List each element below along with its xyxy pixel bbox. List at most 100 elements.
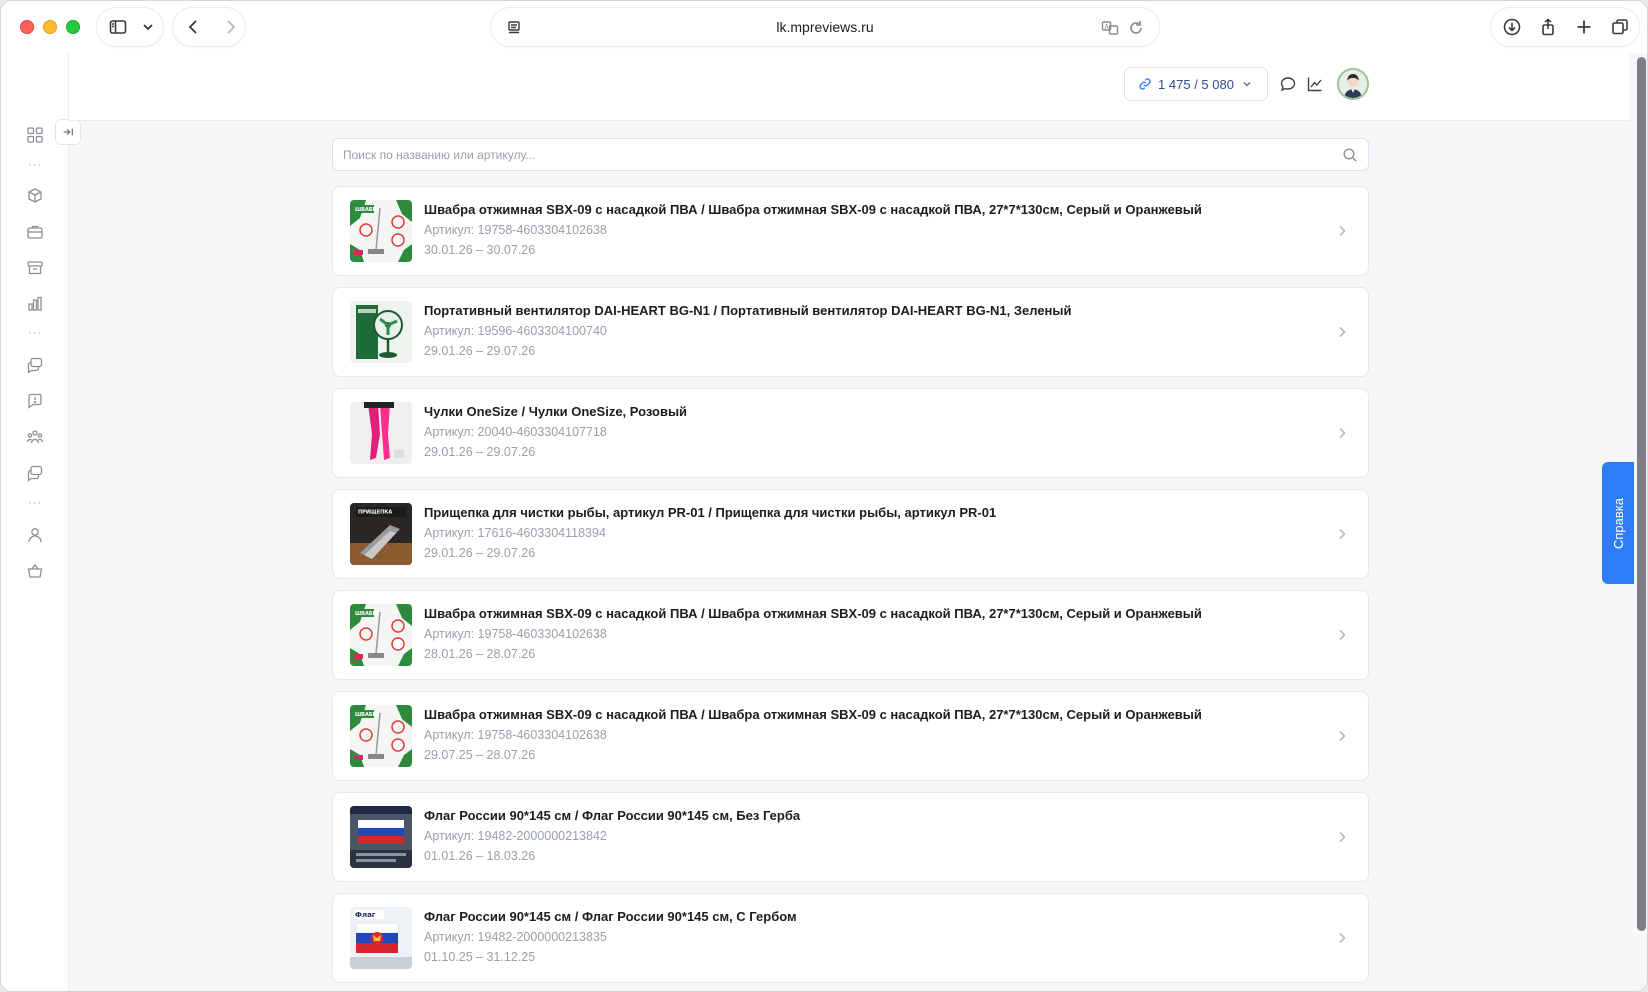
translate-icon[interactable]: A: [1099, 17, 1121, 39]
download-icon[interactable]: [1501, 16, 1523, 38]
chevron-right-icon: [1339, 427, 1346, 439]
minimize-window-button[interactable]: [43, 20, 57, 34]
product-dates: 29.01.26 – 29.07.26: [424, 344, 536, 358]
address-bar[interactable]: lk.mpreviews.ru A: [491, 8, 1159, 46]
chevron-down-icon[interactable]: [137, 16, 159, 38]
product-dates: 29.01.26 – 29.07.26: [424, 445, 536, 459]
product-dates: 28.01.26 – 28.07.26: [424, 647, 536, 661]
product-list: ШВАБРА Швабра отжимная SBX-09 с насадкой…: [332, 186, 1369, 991]
list-item[interactable]: ШВАБРА Швабра отжимная SBX-09 с насадкой…: [332, 691, 1369, 781]
product-dates: 29.07.25 – 28.07.26: [424, 748, 536, 762]
help-tab[interactable]: Справка: [1602, 462, 1634, 584]
question-bubble-icon[interactable]: [25, 391, 45, 411]
reload-icon[interactable]: [1125, 17, 1147, 39]
svg-text:Флаг: Флаг: [355, 911, 376, 919]
sidebar-separator: ···: [28, 159, 42, 171]
person-icon[interactable]: [25, 525, 45, 545]
product-thumbnail-mop: ШВАБРА: [350, 705, 412, 767]
product-thumbnail-stockings: [350, 402, 412, 464]
product-sku: Артикул: 19482-2000000213835: [424, 930, 607, 944]
chat-stack-icon[interactable]: [25, 355, 45, 375]
back-icon[interactable]: [183, 16, 205, 38]
product-sku: Артикул: 19758-4603304102638: [424, 728, 607, 742]
browser-window: lk.mpreviews.ru A ··· ··· ··· 1 475 / 5 …: [0, 0, 1648, 992]
link-icon: [1139, 78, 1151, 90]
product-sku: Артикул: 17616-4603304118394: [424, 526, 606, 540]
browser-toolbar: lk.mpreviews.ru A: [1, 1, 1647, 53]
list-item[interactable]: ШВАБРА Швабра отжимная SBX-09 с насадкой…: [332, 186, 1369, 276]
quota-value: 1 475 / 5 080: [1158, 76, 1234, 92]
product-sku: Артикул: 19482-2000000213842: [424, 829, 607, 843]
search-field[interactable]: [332, 138, 1369, 171]
product-title: Чулки OneSize / Чулки OneSize, Розовый: [424, 404, 688, 419]
line-chart-icon[interactable]: [1306, 75, 1326, 95]
list-item[interactable]: ПРИЩЕПКА Прищепка для чистки рыбы, артик…: [332, 489, 1369, 579]
forward-icon[interactable]: [219, 16, 241, 38]
product-dates: 01.10.25 – 31.12.25: [424, 950, 536, 964]
help-tab-label: Справка: [1610, 497, 1626, 549]
product-dates: 01.01.26 – 18.03.26: [424, 849, 536, 863]
briefcase-icon[interactable]: [25, 222, 45, 242]
product-title: Флаг России 90*145 см / Флаг России 90*1…: [424, 909, 797, 924]
search-input[interactable]: [333, 139, 1368, 170]
list-item[interactable]: Портативный вентилятор DAI-HEART BG-N1 /…: [332, 287, 1369, 377]
svg-text:ПРИЩЕПКА: ПРИЩЕПКА: [358, 510, 392, 516]
new-tab-icon[interactable]: [1573, 16, 1595, 38]
app-sidebar: ··· ··· ···: [1, 53, 81, 991]
tabs-overview-icon[interactable]: [1609, 16, 1631, 38]
sidebar-toggle-icon[interactable]: [107, 16, 129, 38]
close-window-button[interactable]: [20, 20, 34, 34]
list-item[interactable]: Флаг России 90*145 см / Флаг России 90*1…: [332, 792, 1369, 882]
list-item[interactable]: ШВАБРА Швабра отжимная SBX-09 с насадкой…: [332, 590, 1369, 680]
product-sku: Артикул: 19596-4603304100740: [424, 324, 607, 338]
search-icon[interactable]: [1342, 147, 1358, 163]
bar-chart-icon[interactable]: [25, 294, 45, 314]
sidebar-separator: ···: [28, 327, 42, 339]
quota-selector[interactable]: 1 475 / 5 080: [1124, 67, 1268, 101]
dashboard-icon[interactable]: [25, 125, 45, 145]
product-thumbnail-mop: ШВАБРА: [350, 604, 412, 666]
svg-text:ШВАБРА: ШВАБРА: [355, 207, 380, 213]
app-header: 1 475 / 5 080: [69, 53, 1629, 121]
product-title: Портативный вентилятор DAI-HEART BG-N1 /…: [424, 303, 1072, 318]
product-title: Флаг России 90*145 см / Флаг России 90*1…: [424, 808, 801, 823]
page-menu-icon[interactable]: [503, 17, 525, 39]
zoom-window-button[interactable]: [66, 20, 80, 34]
comment-icon[interactable]: [1279, 75, 1299, 95]
product-dates: 29.01.26 – 29.07.26: [424, 546, 536, 560]
product-thumbnail-clip: ПРИЩЕПКА: [350, 503, 412, 565]
list-item[interactable]: Флаг Флаг России 90*145 см / Флаг России…: [332, 893, 1369, 983]
users-group-icon[interactable]: [25, 427, 45, 447]
chevron-right-icon: [1339, 225, 1346, 237]
product-title: Прищепка для чистки рыбы, артикул PR-01 …: [424, 505, 997, 520]
chevron-right-icon: [1339, 730, 1346, 742]
collapse-sidebar-button[interactable]: [55, 119, 81, 145]
product-title: Швабра отжимная SBX-09 с насадкой ПВА / …: [424, 606, 1202, 621]
archive-icon[interactable]: [25, 258, 45, 278]
cubes-icon[interactable]: [25, 186, 45, 206]
avatar[interactable]: [1337, 68, 1369, 100]
svg-text:ШВАБРА: ШВАБРА: [355, 611, 380, 617]
product-title: Швабра отжимная SBX-09 с насадкой ПВА / …: [424, 707, 1202, 722]
share-icon[interactable]: [1537, 16, 1559, 38]
product-thumbnail-flag-coat: Флаг: [350, 907, 412, 969]
chevron-right-icon: [1339, 629, 1346, 641]
collapse-arrow-icon: [63, 128, 73, 136]
product-sku: Артикул: 20040-4603304107718: [424, 425, 607, 439]
chat-stack-icon[interactable]: [25, 463, 45, 483]
product-thumbnail-flag: [350, 806, 412, 868]
browser-actions-group: [1491, 8, 1639, 46]
url-text: lk.mpreviews.ru: [776, 19, 874, 35]
product-thumbnail-mop: ШВАБРА: [350, 200, 412, 262]
product-dates: 30.01.26 – 30.07.26: [424, 243, 536, 257]
chevron-down-icon: [1243, 82, 1251, 87]
basket-icon[interactable]: [25, 561, 45, 581]
product-sku: Артикул: 19758-4603304102638: [424, 627, 607, 641]
scrollbar-thumb[interactable]: [1637, 57, 1646, 931]
history-nav-group: [173, 8, 245, 46]
chevron-right-icon: [1339, 932, 1346, 944]
list-item[interactable]: Чулки OneSize / Чулки OneSize, Розовый А…: [332, 388, 1369, 478]
chevron-right-icon: [1339, 528, 1346, 540]
product-thumbnail-fan: [350, 301, 412, 363]
sidebar-separator: ···: [28, 497, 42, 509]
